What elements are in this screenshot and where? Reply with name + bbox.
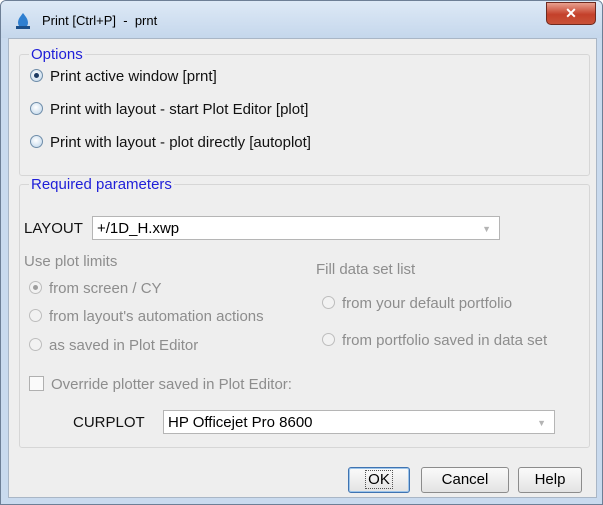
layout-value: +/1D_H.xwp	[97, 220, 180, 237]
radio-portfolio-data-set[interactable]: from portfolio saved in data set	[322, 332, 547, 349]
override-plotter-checkbox[interactable]: Override plotter saved in Plot Editor:	[29, 376, 292, 393]
layout-label: LAYOUT	[24, 220, 83, 237]
cancel-button[interactable]: Cancel	[421, 467, 509, 493]
radio-as-saved-plot-editor[interactable]: as saved in Plot Editor	[29, 337, 198, 354]
curplot-value: HP Officejet Pro 8600	[168, 414, 313, 431]
radio-from-layout-automation[interactable]: from layout's automation actions	[29, 308, 264, 325]
ok-button[interactable]: OK	[348, 467, 410, 493]
plot-limits-label: Use plot limits	[24, 253, 118, 270]
radio-icon[interactable]	[29, 338, 42, 351]
window-title: Print [Ctrl+P] - prnt	[42, 13, 158, 28]
radio-icon[interactable]	[29, 309, 42, 322]
required-legend: Required parameters	[29, 176, 174, 193]
print-dialog: Print [Ctrl+P] - prnt ✕ Options Print ac…	[0, 0, 603, 505]
radio-default-portfolio[interactable]: from your default portfolio	[322, 295, 512, 312]
radio-print-layout-autoplot[interactable]: Print with layout - plot directly [autop…	[30, 134, 311, 151]
chevron-down-icon[interactable]: ▼	[537, 411, 546, 435]
radio-icon[interactable]	[29, 281, 42, 294]
radio-print-layout-plot-editor[interactable]: Print with layout - start Plot Editor [p…	[30, 101, 308, 118]
radio-from-screen-cy[interactable]: from screen / CY	[29, 280, 162, 297]
required-parameters-group: Required parameters LAYOUT +/1D_H.xwp ▼ …	[19, 176, 590, 448]
radio-print-active-window[interactable]: Print active window [prnt]	[30, 68, 217, 85]
curplot-combobox[interactable]: HP Officejet Pro 8600 ▼	[163, 410, 555, 434]
radio-icon[interactable]	[30, 69, 43, 82]
options-legend: Options	[29, 46, 85, 63]
close-button[interactable]: ✕	[546, 2, 596, 25]
radio-icon[interactable]	[30, 135, 43, 148]
close-icon: ✕	[565, 5, 577, 21]
help-button[interactable]: Help	[518, 467, 582, 493]
app-icon	[16, 13, 30, 29]
dialog-content: Options Print active window [prnt] Print…	[8, 38, 597, 498]
radio-icon[interactable]	[30, 102, 43, 115]
fill-list-label: Fill data set list	[316, 261, 416, 278]
curplot-label: CURPLOT	[73, 414, 145, 431]
radio-icon[interactable]	[322, 333, 335, 346]
chevron-down-icon[interactable]: ▼	[482, 217, 491, 241]
layout-combobox[interactable]: +/1D_H.xwp ▼	[92, 216, 500, 240]
options-group: Options Print active window [prnt] Print…	[19, 46, 590, 176]
radio-icon[interactable]	[322, 296, 335, 309]
checkbox-icon[interactable]	[29, 376, 44, 391]
title-bar[interactable]: Print [Ctrl+P] - prnt ✕	[1, 1, 602, 38]
